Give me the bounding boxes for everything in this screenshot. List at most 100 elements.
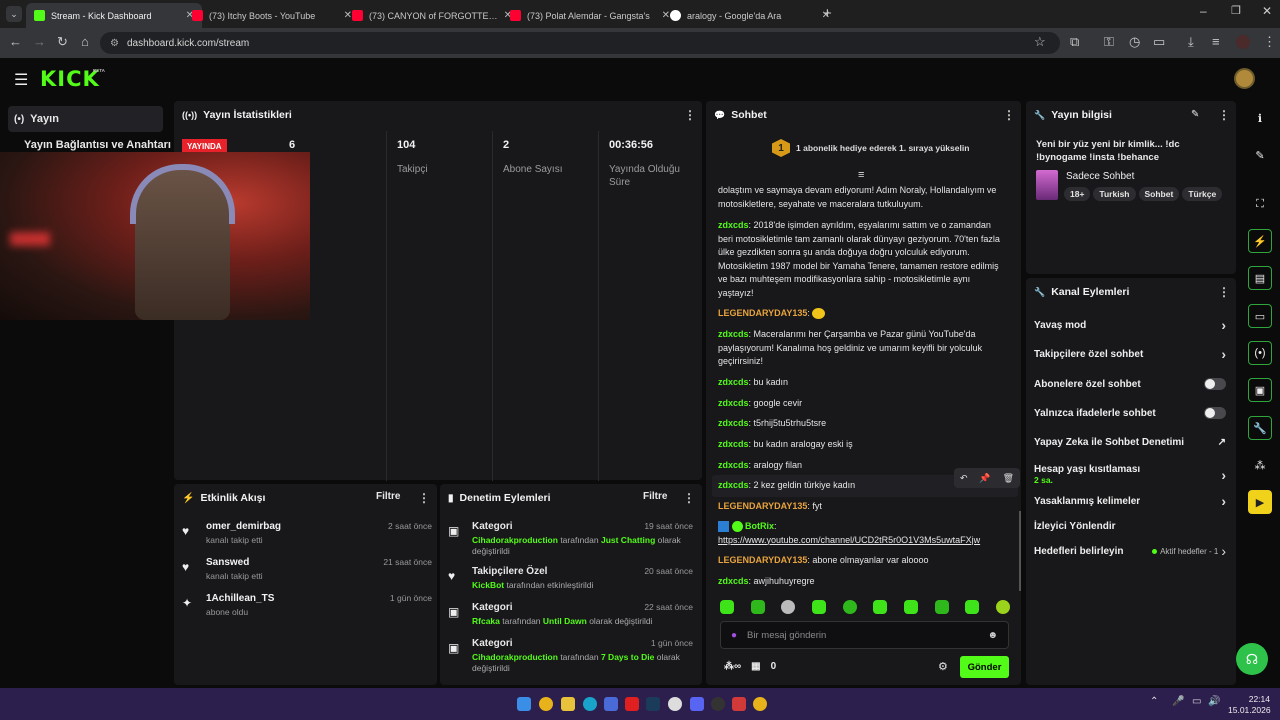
tab-youtube-3[interactable]: (73) Polat Alemdar - Gangsta's ✕	[502, 3, 678, 28]
obs-icon[interactable]	[711, 697, 725, 711]
moderation-shortcut-icon[interactable]: ▣	[1248, 378, 1272, 402]
bookmark-star-icon[interactable]: ☆	[1034, 34, 1046, 50]
address-bar[interactable]: ⚙ dashboard.kick.com/stream	[100, 32, 1060, 54]
download-icon[interactable]: ⤓	[1188, 34, 1194, 50]
browser-icon[interactable]	[753, 697, 767, 711]
chat-input[interactable]: ● Bir mesaj gönderin ☻	[720, 621, 1009, 649]
reload-icon[interactable]: ↻	[57, 34, 68, 50]
edit-pencil-icon[interactable]: ✎	[1248, 143, 1272, 167]
browser-menu-icon[interactable]: ⋮	[1263, 34, 1276, 50]
lightning-shortcut-icon[interactable]: ⚡	[1248, 229, 1272, 253]
chat-shortcut-icon[interactable]: ▭	[1248, 304, 1272, 328]
users-icon[interactable]: ⁂	[1248, 453, 1272, 477]
chat-username[interactable]: zdxcds	[718, 439, 749, 449]
chat-username[interactable]: zdxcds	[718, 576, 749, 586]
emote-icon[interactable]	[934, 600, 949, 614]
chat-username[interactable]: zdxcds	[718, 480, 749, 490]
emotes-only-toggle[interactable]	[1204, 407, 1226, 419]
support-chat-button[interactable]: ☊	[1236, 643, 1268, 675]
emote-icon[interactable]	[750, 600, 765, 614]
chat-username[interactable]: BotRix	[745, 521, 774, 531]
document-shortcut-icon[interactable]: ▤	[1248, 266, 1272, 290]
action-ai-moderation[interactable]: Yapay Zeka ile Sohbet Denetimi ↗	[1034, 433, 1226, 451]
tab-google-search[interactable]: aralogy - Google'da Ara ✕	[662, 3, 838, 28]
media-icon[interactable]	[732, 697, 746, 711]
history-icon[interactable]: ◷	[1129, 34, 1140, 50]
volume-icon[interactable]: 🔊	[1208, 696, 1220, 707]
home-icon[interactable]: ⌂	[81, 34, 89, 49]
more-options-icon[interactable]: ⋮	[418, 491, 430, 505]
nav-item-stream[interactable]: (•) Yayın	[8, 106, 163, 132]
tab-kick-dashboard[interactable]: Stream - Kick Dashboard ✕	[26, 3, 202, 28]
info-icon[interactable]: ℹ	[1248, 106, 1272, 130]
emote-icon[interactable]	[995, 600, 1010, 614]
more-options-icon[interactable]: ⋮	[1003, 108, 1015, 122]
action-raid[interactable]: İzleyici Yönlendir	[1034, 517, 1226, 535]
undo-icon[interactable]: ↶	[960, 473, 968, 484]
tag[interactable]: Sohbet	[1138, 187, 1180, 201]
category-name[interactable]: Sadece Sohbet	[1066, 171, 1134, 182]
discord-icon[interactable]	[690, 697, 704, 711]
chat-username[interactable]: zdxcds	[718, 418, 749, 428]
profile-avatar[interactable]	[1236, 35, 1250, 49]
start-icon[interactable]	[517, 697, 531, 711]
emoji-picker-icon[interactable]: ☻	[987, 630, 998, 641]
user-avatar[interactable]	[1234, 68, 1255, 89]
wrench-shortcut-icon[interactable]: 🔧	[1248, 416, 1272, 440]
chat-username[interactable]: LEGENDARYDAY135	[718, 308, 807, 318]
chat-username[interactable]: zdxcds	[718, 329, 749, 339]
pinned-toggle-icon[interactable]: ≡	[858, 169, 864, 181]
delete-icon[interactable]: 🗑	[1003, 473, 1014, 484]
more-options-icon[interactable]: ⋮	[1218, 285, 1230, 299]
chat-username[interactable]: zdxcds	[718, 220, 749, 230]
action-account-age[interactable]: Hesap yaşı kısıtlaması 2 sa. ›	[1034, 460, 1226, 490]
chat-username[interactable]: zdxcds	[718, 460, 749, 470]
chat-link[interactable]: https://www.youtube.com/channel/UCD2tR5r…	[718, 535, 980, 545]
tag[interactable]: Türkçe	[1182, 187, 1223, 201]
youtube-icon[interactable]	[625, 697, 639, 711]
steam-icon[interactable]	[646, 697, 660, 711]
action-banned-words[interactable]: Yasaklanmış kelimeler ›	[1034, 492, 1226, 510]
pin-icon[interactable]: 📌	[979, 473, 990, 484]
tab-list-dropdown[interactable]: ⌄	[6, 6, 22, 22]
fullscreen-icon[interactable]: ⛶	[1248, 192, 1272, 216]
tray-chevron-icon[interactable]: ⌃	[1150, 696, 1158, 707]
emote-icon[interactable]	[811, 600, 826, 614]
emote-icon[interactable]	[720, 600, 734, 614]
tab-youtube-2[interactable]: (73) CANYON of FORGOTTEN E ✕	[344, 3, 520, 28]
edit-pencil-icon[interactable]: ✎	[1191, 109, 1199, 120]
extensions-icon[interactable]: ⧉	[1070, 34, 1079, 50]
store-icon[interactable]	[604, 697, 618, 711]
app-icon[interactable]	[668, 697, 682, 711]
emote-icon[interactable]	[903, 600, 918, 614]
hamburger-menu-icon[interactable]: ☰	[14, 70, 28, 90]
clock[interactable]: 22:14 15.01.2026	[1228, 694, 1271, 716]
filter-button[interactable]: Filtre	[376, 491, 400, 502]
more-options-icon[interactable]: ⋮	[684, 108, 696, 122]
emote-icon[interactable]	[965, 600, 980, 614]
subscribers-only-toggle[interactable]	[1204, 378, 1226, 390]
microphone-icon[interactable]: ●	[731, 630, 737, 641]
minimize-button[interactable]: –	[1200, 4, 1207, 18]
microphone-tray-icon[interactable]: 🎤	[1172, 696, 1184, 707]
file-explorer-icon[interactable]	[561, 697, 575, 711]
broadcast-shortcut-icon[interactable]: (•)	[1248, 341, 1272, 365]
filter-button[interactable]: Filtre	[643, 491, 667, 502]
action-followers-only[interactable]: Takipçilere özel sohbet ›	[1034, 345, 1226, 363]
network-icon[interactable]: ▭	[1192, 696, 1201, 707]
password-key-icon[interactable]: ⚿	[1104, 34, 1114, 50]
reading-list-icon[interactable]: ≡	[1212, 34, 1220, 49]
chat-username[interactable]: zdxcds	[718, 398, 749, 408]
chat-username[interactable]: zdxcds	[718, 377, 749, 387]
chat-username[interactable]: LEGENDARYDAY135	[718, 501, 807, 511]
emote-icon[interactable]	[842, 600, 857, 614]
gift-icon[interactable]: ▦	[751, 661, 760, 672]
tag[interactable]: Turkish	[1093, 187, 1136, 201]
emote-icon[interactable]	[781, 600, 796, 614]
chat-scrollbar[interactable]	[1019, 511, 1021, 591]
chrome-icon[interactable]	[539, 697, 553, 711]
action-goals[interactable]: Hedefleri belirleyin Aktif hedefler - 1 …	[1034, 542, 1226, 560]
tab-search-icon[interactable]: ▭	[1153, 34, 1165, 50]
window-close-button[interactable]: ✕	[1262, 4, 1272, 18]
back-arrow-icon[interactable]: ←	[9, 34, 22, 49]
